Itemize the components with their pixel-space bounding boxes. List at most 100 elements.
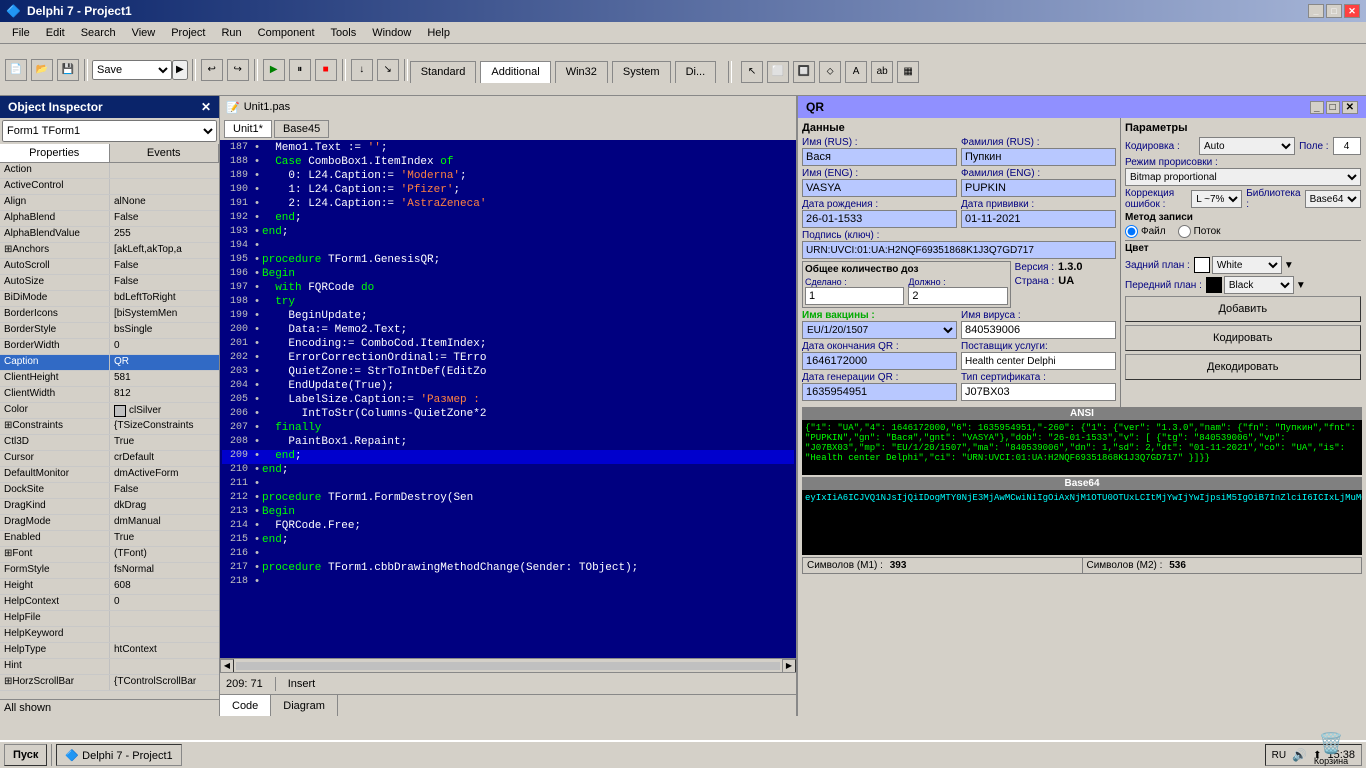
- step-into-btn[interactable]: ↘: [377, 59, 399, 81]
- name-eng-input[interactable]: [802, 179, 957, 197]
- surname-eng-input[interactable]: [961, 179, 1116, 197]
- bg-color-btn[interactable]: ▼: [1284, 260, 1294, 271]
- add-button[interactable]: Добавить: [1125, 296, 1361, 322]
- signature-input[interactable]: [802, 241, 1116, 259]
- step-over-btn[interactable]: ↓: [351, 59, 373, 81]
- method-stream-label: Поток: [1194, 226, 1221, 237]
- tab-system[interactable]: System: [612, 61, 671, 83]
- qr-end-date-input[interactable]: [802, 352, 957, 370]
- code-line-216: 216 •: [222, 548, 794, 562]
- surname-rus-input[interactable]: [961, 148, 1116, 166]
- close-button[interactable]: ✕: [1344, 4, 1360, 18]
- ptr-tool[interactable]: ⬦: [819, 61, 841, 83]
- correction-select[interactable]: L ~7%: [1191, 190, 1242, 208]
- menu-file[interactable]: File: [4, 25, 38, 41]
- main-content: Object Inspector ✕ Form1 TForm1 Properti…: [0, 96, 1366, 716]
- oi-tab-events[interactable]: Events: [110, 144, 220, 162]
- method-file-option[interactable]: Файл: [1125, 225, 1166, 238]
- birthdate-input[interactable]: [802, 210, 957, 228]
- tab-di[interactable]: Di...: [675, 61, 717, 83]
- decode-button[interactable]: Декодировать: [1125, 354, 1361, 380]
- tab-win32[interactable]: Win32: [555, 61, 608, 83]
- name-eng-label: Имя (ENG) :: [802, 168, 957, 179]
- method-file-label: Файл: [1141, 226, 1166, 237]
- menu-help[interactable]: Help: [419, 25, 458, 41]
- tab-additional[interactable]: Additional: [480, 61, 550, 83]
- render-select[interactable]: Bitmap proportional: [1125, 168, 1361, 186]
- maximize-button[interactable]: □: [1326, 4, 1342, 18]
- encoding-select[interactable]: Auto: [1199, 137, 1295, 155]
- supplier-input[interactable]: [961, 352, 1116, 370]
- menu-search[interactable]: Search: [73, 25, 124, 41]
- encode-button[interactable]: Кодировать: [1125, 325, 1361, 351]
- bottom-tab-code[interactable]: Code: [220, 695, 271, 716]
- bg-color-select[interactable]: White: [1212, 256, 1282, 274]
- start-button[interactable]: Пуск: [4, 744, 47, 766]
- vaccine-select[interactable]: EU/1/20/1507: [802, 321, 957, 339]
- doses-must-input[interactable]: [908, 287, 1007, 305]
- library-select[interactable]: Base64: [1305, 190, 1361, 208]
- pause-btn[interactable]: ⏸: [289, 59, 311, 81]
- code-tab-base45[interactable]: Base45: [274, 120, 329, 138]
- gen-date-input[interactable]: [802, 383, 957, 401]
- menu-window[interactable]: Window: [364, 25, 419, 41]
- frame-tool[interactable]: ⬜: [767, 61, 789, 83]
- save-btn[interactable]: 💾: [57, 59, 79, 81]
- vaccine-date-input[interactable]: [961, 210, 1116, 228]
- text-tool[interactable]: A: [845, 61, 867, 83]
- bottom-tab-diagram[interactable]: Diagram: [271, 695, 338, 716]
- ansi-content[interactable]: {"1": "UA","4": 1646172000,"6": 16359549…: [802, 420, 1362, 475]
- qr-close-btn[interactable]: ✕: [1342, 101, 1358, 114]
- save-dropdown[interactable]: Save: [92, 60, 172, 80]
- name-rus-input[interactable]: [802, 148, 957, 166]
- fg-color-select[interactable]: Black: [1224, 276, 1294, 294]
- method-stream-radio[interactable]: [1178, 225, 1191, 238]
- menu-run[interactable]: Run: [213, 25, 249, 41]
- titlebar: 🔷 Delphi 7 - Project1 _ □ ✕: [0, 0, 1366, 22]
- menu-component[interactable]: Component: [250, 25, 323, 41]
- redo-btn[interactable]: ↪: [227, 59, 249, 81]
- prop-font: ⊞Font (TFont): [0, 547, 219, 563]
- prop-bordericons: BorderIcons [biSystemMen: [0, 307, 219, 323]
- menu-tools[interactable]: Tools: [323, 25, 365, 41]
- menu-edit[interactable]: Edit: [38, 25, 73, 41]
- h-scrollbar[interactable]: ◀ ▶: [220, 658, 796, 672]
- fg-color-btn[interactable]: ▼: [1296, 280, 1306, 291]
- mask-tool[interactable]: ▦: [897, 61, 919, 83]
- version-country-col: Версия : 1.3.0 Страна : UA: [1015, 261, 1116, 308]
- cert-type-input[interactable]: [961, 383, 1116, 401]
- method-stream-option[interactable]: Поток: [1178, 225, 1221, 238]
- base64-content[interactable]: eyIxIiA6ICJVQ1NJsIjQiIDogMTY0NjE3MjAwMCw…: [802, 490, 1362, 555]
- save-go-btn[interactable]: ▶: [172, 60, 188, 80]
- open-btn[interactable]: 📂: [31, 59, 53, 81]
- menu-project[interactable]: Project: [163, 25, 213, 41]
- cursor-tool[interactable]: ↖: [741, 61, 763, 83]
- undo-btn[interactable]: ↩: [201, 59, 223, 81]
- method-file-radio[interactable]: [1125, 225, 1138, 238]
- trash-area[interactable]: 🗑️ Корзина: [1306, 731, 1356, 766]
- edit-tool[interactable]: ab: [871, 61, 893, 83]
- surname-rus-label: Фамилия (RUS) :: [961, 137, 1116, 148]
- btn-tool[interactable]: 🔲: [793, 61, 815, 83]
- qr-panel-controls[interactable]: _ □ ✕: [1310, 101, 1358, 114]
- eng-name-row: Имя (ENG) : Фамилия (ENG) :: [802, 168, 1116, 197]
- doses-done-input[interactable]: [805, 287, 904, 305]
- code-tab-unit1[interactable]: Unit1*: [224, 120, 272, 138]
- menu-view[interactable]: View: [124, 25, 164, 41]
- run-btn[interactable]: ▶: [263, 59, 285, 81]
- code-content[interactable]: 187 • Memo1.Text := ''; 188 • Case Combo…: [220, 140, 796, 658]
- minimize-button[interactable]: _: [1308, 4, 1324, 18]
- tab-standard[interactable]: Standard: [410, 61, 477, 83]
- oi-object-select[interactable]: Form1 TForm1: [2, 120, 217, 142]
- field-input[interactable]: [1333, 137, 1361, 155]
- window-controls[interactable]: _ □ ✕: [1308, 4, 1360, 18]
- qr-maximize-btn[interactable]: □: [1326, 101, 1340, 114]
- qr-minimize-btn[interactable]: _: [1310, 101, 1324, 114]
- oi-tab-properties[interactable]: Properties: [0, 144, 110, 162]
- new-btn[interactable]: 📄: [5, 59, 27, 81]
- virus-name-input[interactable]: [961, 321, 1116, 339]
- taskbar-delphi-item[interactable]: 🔷 Delphi 7 - Project1: [56, 744, 181, 766]
- symbols-m1-box: Символов (M1) : 393: [802, 557, 1083, 574]
- stop-btn[interactable]: ■: [315, 59, 337, 81]
- oi-close[interactable]: ✕: [201, 100, 211, 114]
